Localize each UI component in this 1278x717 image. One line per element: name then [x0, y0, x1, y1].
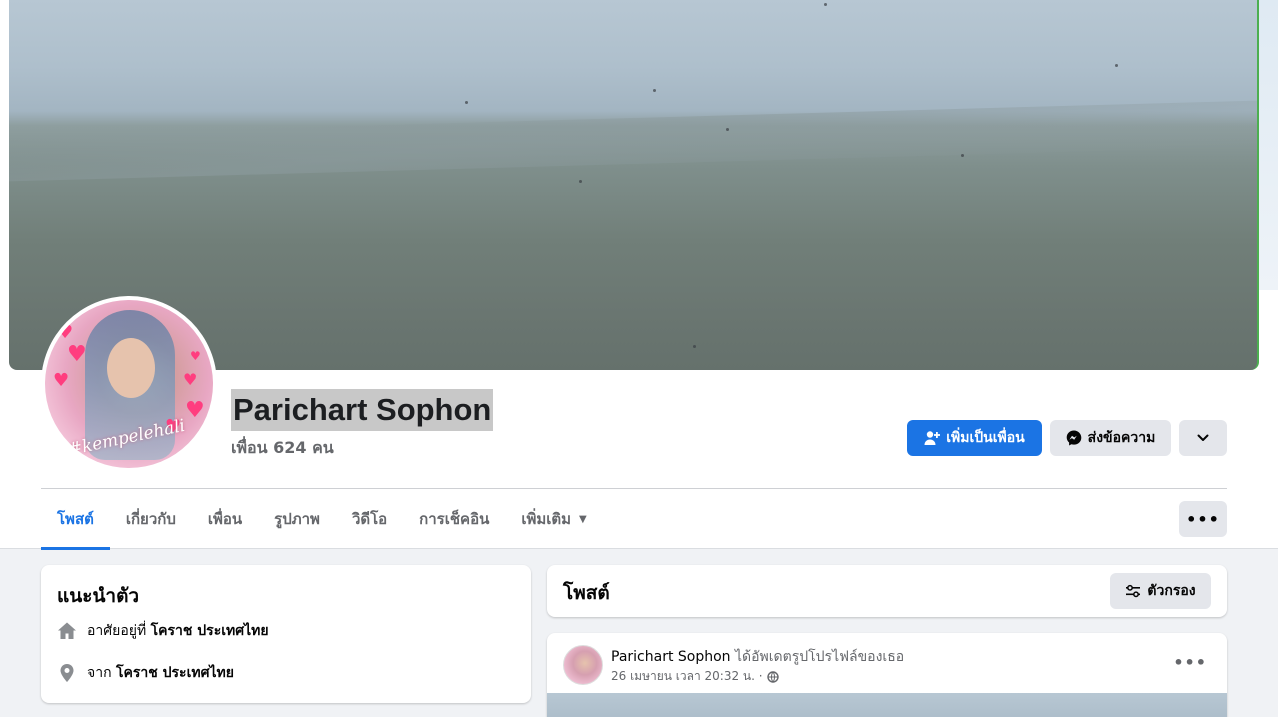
intro-lives-in: อาศัยอยู่ที่ โคราช ประเทศไทย: [57, 620, 269, 642]
message-label: ส่งข้อความ: [1087, 430, 1156, 446]
post-action: ได้อัพเดตรูปโปรไฟล์ของเธอ: [735, 649, 905, 665]
globe-icon: [766, 670, 779, 683]
add-friend-label: เพิ่มเป็นเพื่อน: [946, 430, 1025, 446]
post-meta: 26 เมษายน เวลา 20:32 น. ·: [611, 667, 779, 686]
cover-speck: [465, 101, 468, 104]
profile-tabs: โพสต์ เกี่ยวกับ เพื่อน รูปภาพ วิดีโอ การ…: [41, 489, 603, 550]
post-title: Parichart Sophon ได้อัพเดตรูปโปรไฟล์ของเ…: [611, 646, 904, 668]
posts-title: โพสต์: [563, 582, 610, 604]
location-pin-icon: [60, 664, 74, 682]
profile-name: Parichart Sophon: [231, 389, 494, 431]
tab-more[interactable]: เพิ่มเติม ▼: [505, 489, 602, 549]
tab-label: วิดีโอ: [351, 510, 388, 528]
cover-speck: [824, 3, 827, 6]
tab-label: เกี่ยวกับ: [125, 510, 176, 528]
cover-speck: [726, 128, 729, 131]
heart-icon: ♥: [185, 398, 205, 423]
tab-label: โพสต์: [57, 510, 94, 528]
profile-options-button[interactable]: [1179, 420, 1227, 456]
tab-friends[interactable]: เพื่อน: [192, 489, 258, 549]
tab-about[interactable]: เกี่ยวกับ: [110, 489, 192, 549]
post-timestamp[interactable]: 26 เมษายน เวลา 20:32 น. ·: [611, 667, 763, 686]
tabs-more-button[interactable]: •••: [1179, 501, 1227, 537]
heart-icon: ♥: [57, 322, 74, 343]
cover-speck: [653, 89, 656, 92]
add-friend-button[interactable]: เพิ่มเป็นเพื่อน: [907, 420, 1042, 456]
posts-header-card: โพสต์ ตัวกรอง: [547, 565, 1227, 617]
cover-photo[interactable]: [9, 0, 1259, 370]
filter-icon: [1126, 584, 1141, 598]
cover-speck: [693, 345, 696, 348]
heart-icon: ♥: [53, 370, 70, 391]
intro-from: จาก โคราช ประเทศไทย: [57, 662, 234, 684]
heart-icon: ♥: [190, 349, 201, 363]
post-options-button[interactable]: •••: [1173, 653, 1207, 672]
heart-icon: ♥: [67, 342, 87, 367]
post-card: Parichart Sophon ได้อัพเดตรูปโปรไฟล์ของเ…: [547, 633, 1227, 717]
messenger-icon: [1066, 430, 1081, 446]
intro-from-prefix: จาก: [87, 665, 112, 681]
tab-label: เพิ่มเติม: [521, 510, 572, 528]
avatar-face: [107, 338, 155, 398]
home-icon: [58, 622, 76, 639]
tab-photos[interactable]: รูปภาพ: [258, 489, 336, 549]
intro-lives-prefix: อาศัยอยู่ที่: [87, 623, 147, 639]
caret-down-icon: ▼: [579, 513, 587, 525]
post-author-avatar[interactable]: [563, 645, 603, 685]
filter-label: ตัวกรอง: [1147, 583, 1196, 599]
tab-label: เพื่อน: [207, 510, 243, 528]
intro-title: แนะนำตัว: [57, 585, 140, 607]
tab-videos[interactable]: วิดีโอ: [336, 489, 403, 549]
cover-speck: [579, 180, 582, 183]
tab-label: รูปภาพ: [274, 510, 320, 528]
friend-count[interactable]: เพื่อน 624 คน: [231, 436, 334, 461]
intro-from-value[interactable]: โคราช ประเทศไทย: [116, 662, 234, 684]
profile-picture[interactable]: ♥ ♥ ♥ ♥ ♥ ♥ ♥ #kempelehali: [41, 296, 217, 472]
message-button[interactable]: ส่งข้อความ: [1050, 420, 1171, 456]
intro-lives-value[interactable]: โคราช ประเทศไทย: [151, 620, 269, 642]
more-icon: •••: [1186, 509, 1220, 529]
cover-speck: [961, 154, 964, 157]
cover-speck: [1115, 64, 1118, 67]
window-edge: [1258, 0, 1278, 290]
tab-label: การเช็คอิน: [419, 510, 490, 528]
post-image[interactable]: [547, 693, 1227, 717]
cover-horizon: [9, 100, 1257, 182]
avatar: ♥ ♥ ♥ ♥ ♥ ♥ ♥ #kempelehali: [45, 300, 213, 468]
filter-button[interactable]: ตัวกรอง: [1110, 573, 1211, 609]
post-author[interactable]: Parichart Sophon: [611, 649, 731, 665]
add-friend-icon: [924, 431, 941, 445]
tab-checkins[interactable]: การเช็คอิน: [403, 489, 505, 549]
heart-icon: ♥: [183, 370, 198, 389]
more-icon: •••: [1173, 653, 1207, 672]
chevron-down-icon: [1197, 434, 1209, 441]
intro-card: แนะนำตัว อาศัยอยู่ที่ โคราช ประเทศไทย จา…: [41, 565, 531, 703]
tab-posts[interactable]: โพสต์: [41, 489, 110, 550]
